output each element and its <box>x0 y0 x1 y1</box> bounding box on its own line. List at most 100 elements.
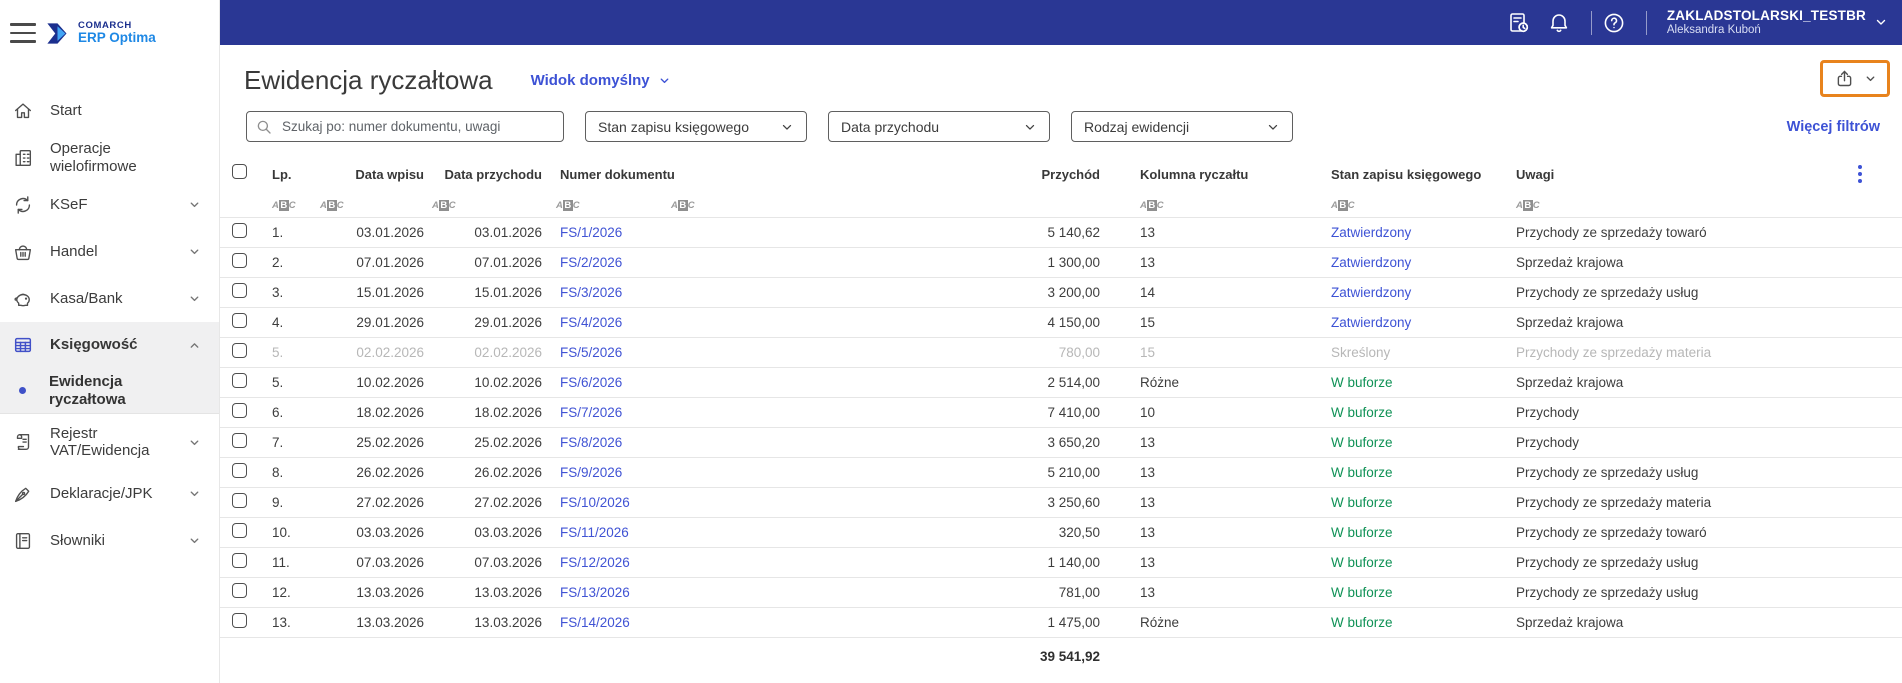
table-row[interactable]: 6. 18.02.2026 18.02.2026 FS/7/2026 7 410… <box>220 398 1902 428</box>
text-filter-icon[interactable]: ABC <box>272 199 296 211</box>
select-all-checkbox[interactable] <box>232 164 247 179</box>
document-link[interactable]: FS/7/2026 <box>560 405 622 420</box>
more-filters-link[interactable]: Więcej filtrów <box>1787 119 1880 135</box>
text-filter-icon[interactable]: ABC <box>1140 199 1164 211</box>
cell-data-przychodu: 07.01.2026 <box>474 255 542 270</box>
document-link[interactable]: FS/11/2026 <box>560 525 629 540</box>
menu-hamburger-icon[interactable] <box>10 23 38 43</box>
text-filter-icon[interactable]: ABC <box>556 199 580 211</box>
cell-lp: 5. <box>272 345 284 360</box>
row-checkbox[interactable] <box>232 582 247 598</box>
table-options-kebab-icon[interactable] <box>1858 165 1862 183</box>
text-filter-icon[interactable]: ABC <box>432 199 456 211</box>
cell-przychod: 4 150,00 <box>1047 315 1100 330</box>
column-header-data-wpisu[interactable]: Data wpisu <box>320 167 430 182</box>
sidebar-item-ksiegowosc[interactable]: Księgowość <box>0 322 219 368</box>
table-row[interactable]: 3. 15.01.2026 15.01.2026 FS/3/2026 3 200… <box>220 278 1902 308</box>
export-button[interactable] <box>1834 68 1877 89</box>
row-checkbox[interactable] <box>232 402 247 418</box>
chevron-down-icon <box>190 296 199 302</box>
notifications-bell-icon[interactable] <box>1547 11 1571 35</box>
column-header-numer-dokumentu[interactable]: Numer dokumentu <box>548 167 675 182</box>
column-header-kolumna-ryczaltu[interactable]: Kolumna ryczałtu <box>1100 167 1290 182</box>
table-header-row: Lp. Data wpisu Data przychodu Numer doku… <box>220 158 1902 190</box>
report-icon[interactable] <box>1507 11 1531 35</box>
column-header-stan-zapisu[interactable]: Stan zapisu księgowego <box>1290 167 1481 182</box>
table-row[interactable]: 10. 03.03.2026 03.03.2026 FS/11/2026 320… <box>220 518 1902 548</box>
row-checkbox[interactable] <box>232 222 247 238</box>
row-checkbox[interactable] <box>232 372 247 388</box>
document-link[interactable]: FS/10/2026 <box>560 495 630 510</box>
sidebar-item-ewidencja-ryczaltowa[interactable]: Ewidencja ryczałtowa <box>0 368 219 413</box>
multi-company-icon <box>15 149 32 166</box>
column-header-lp[interactable]: Lp. <box>270 167 320 182</box>
filter-dropdown-stan-zapisu[interactable]: Stan zapisu księgowego <box>585 111 807 142</box>
filter-dropdown-rodzaj-ewidencji[interactable]: Rodzaj ewidencji <box>1071 111 1293 142</box>
table-row[interactable]: 4. 29.01.2026 29.01.2026 FS/4/2026 4 150… <box>220 308 1902 338</box>
cell-data-wpisu: 18.02.2026 <box>356 405 424 420</box>
sidebar-item-slowniki[interactable]: Słowniki <box>0 517 219 564</box>
table-row[interactable]: 5. 10.02.2026 10.02.2026 FS/6/2026 2 514… <box>220 368 1902 398</box>
table-row[interactable]: 2. 07.01.2026 07.01.2026 FS/2/2026 1 300… <box>220 248 1902 278</box>
home-icon <box>14 102 32 118</box>
table-row[interactable]: 7. 25.02.2026 25.02.2026 FS/8/2026 3 650… <box>220 428 1902 458</box>
sidebar-item-kasa-bank[interactable]: Kasa/Bank <box>0 275 219 322</box>
text-filter-icon[interactable]: ABC <box>320 199 344 211</box>
text-filter-icon[interactable]: ABC <box>671 199 695 211</box>
table-row[interactable]: 5. 02.02.2026 02.02.2026 FS/5/2026 780,0… <box>220 338 1902 368</box>
view-selector[interactable]: Widok domyślny <box>531 72 671 89</box>
filter-dropdown-data-przychodu[interactable]: Data przychodu <box>828 111 1050 142</box>
document-link[interactable]: FS/8/2026 <box>560 435 622 450</box>
chevron-down-icon <box>190 202 199 208</box>
document-link[interactable]: FS/14/2026 <box>560 615 630 630</box>
row-checkbox[interactable] <box>232 462 247 478</box>
product-name: ERP Optima <box>78 29 156 45</box>
sidebar-item-ksef[interactable]: KSeF <box>0 181 219 228</box>
cell-kolumna-ryczaltu: 15 <box>1140 315 1156 330</box>
cell-stan-zapisu status-badge: W buforze <box>1331 615 1393 630</box>
cell-przychod: 780,00 <box>1058 345 1100 360</box>
row-checkbox[interactable] <box>232 432 247 448</box>
text-filter-icon[interactable]: ABC <box>1516 199 1540 211</box>
table-row[interactable]: 8. 26.02.2026 26.02.2026 FS/9/2026 5 210… <box>220 458 1902 488</box>
sidebar-item-operacje-wielofirmowe[interactable]: Operacje wielofirmowe <box>0 134 219 181</box>
sidebar-item-handel[interactable]: Handel <box>0 228 219 275</box>
table-row[interactable]: 12. 13.03.2026 13.03.2026 FS/13/2026 781… <box>220 578 1902 608</box>
sidebar-item-rejestr-vat[interactable]: Rejestr VAT/Ewidencja <box>0 414 219 470</box>
help-icon[interactable] <box>1602 11 1626 35</box>
document-link[interactable]: FS/9/2026 <box>560 465 622 480</box>
row-checkbox[interactable] <box>232 282 247 298</box>
table-row[interactable]: 11. 07.03.2026 07.03.2026 FS/12/2026 1 1… <box>220 548 1902 578</box>
row-checkbox[interactable] <box>232 612 247 628</box>
document-link[interactable]: FS/4/2026 <box>560 315 622 330</box>
document-link[interactable]: FS/13/2026 <box>560 585 630 600</box>
cell-przychod: 1 300,00 <box>1047 255 1100 270</box>
document-link[interactable]: FS/6/2026 <box>560 375 622 390</box>
table-row[interactable]: 13. 13.03.2026 13.03.2026 FS/14/2026 1 4… <box>220 608 1902 638</box>
table-row[interactable]: 9. 27.02.2026 27.02.2026 FS/10/2026 3 25… <box>220 488 1902 518</box>
column-header-data-przychodu[interactable]: Data przychodu <box>430 167 548 182</box>
row-checkbox[interactable] <box>232 492 247 508</box>
document-link[interactable]: FS/2/2026 <box>560 255 622 270</box>
row-checkbox[interactable] <box>232 342 247 358</box>
document-link[interactable]: FS/3/2026 <box>560 285 622 300</box>
row-checkbox[interactable] <box>232 312 247 328</box>
row-checkbox[interactable] <box>232 252 247 268</box>
app-logo[interactable]: COMARCH ERP Optima <box>44 20 156 47</box>
column-header-przychod[interactable]: Przychód <box>665 167 1100 182</box>
account-selector[interactable]: ZAKLADSTOLARSKI_TESTBR Aleksandra Kuboń <box>1667 8 1888 38</box>
row-checkbox[interactable] <box>232 522 247 538</box>
sidebar-item-start[interactable]: Start <box>0 87 219 134</box>
document-link[interactable]: FS/1/2026 <box>560 225 622 240</box>
cell-kolumna-ryczaltu: 15 <box>1140 345 1156 360</box>
sidebar-item-deklaracje-jpk[interactable]: Deklaracje/JPK <box>0 470 219 517</box>
filter-bar: Stan zapisu księgowego Data przychodu Ro… <box>246 111 1880 142</box>
column-header-uwagi[interactable]: Uwagi <box>1475 167 1886 182</box>
text-filter-icon[interactable]: ABC <box>1331 199 1355 211</box>
search-input[interactable] <box>282 119 555 134</box>
cell-kolumna-ryczaltu: 14 <box>1140 285 1156 300</box>
document-link[interactable]: FS/5/2026 <box>560 345 622 360</box>
row-checkbox[interactable] <box>232 552 247 568</box>
document-link[interactable]: FS/12/2026 <box>560 555 630 570</box>
table-row[interactable]: 1. 03.01.2026 03.01.2026 FS/1/2026 5 140… <box>220 218 1902 248</box>
